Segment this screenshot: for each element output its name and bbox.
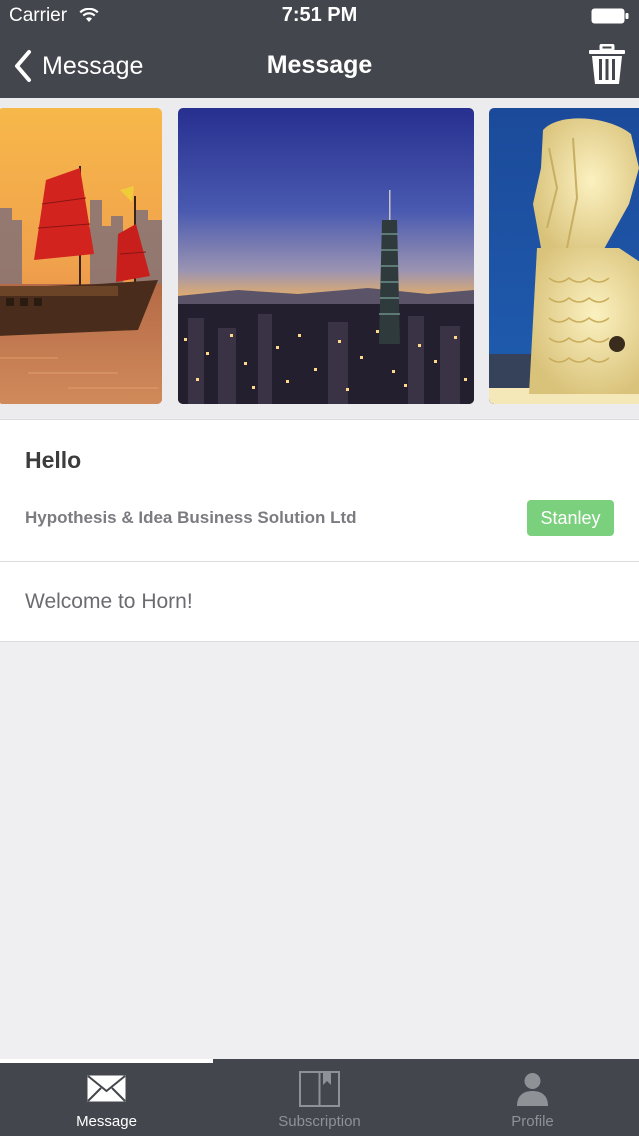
- merlion-statue-photo[interactable]: [489, 108, 639, 404]
- page-title: Message: [266, 51, 373, 79]
- tab-subscription-label: Subscription: [278, 1113, 361, 1130]
- tab-bar: Message Subscription Profile: [0, 1059, 639, 1136]
- tab-subscription[interactable]: Subscription: [213, 1063, 426, 1136]
- status-time: 7:51 PM: [281, 4, 358, 26]
- message-title: Hello: [25, 447, 82, 473]
- junk-boat-harbor-photo[interactable]: [0, 108, 162, 404]
- tab-profile-label: Profile: [511, 1113, 554, 1130]
- image-carousel[interactable]: [0, 98, 639, 418]
- battery-icon: [591, 8, 629, 24]
- message-header-card: Hello Hypothesis & Idea Business Solutio…: [0, 419, 639, 562]
- company-name: Hypothesis & Idea Business Solution Ltd: [25, 508, 357, 527]
- trash-icon[interactable]: [588, 44, 626, 86]
- person-icon: [517, 1073, 548, 1106]
- envelope-icon: [87, 1075, 126, 1102]
- tab-message[interactable]: Message: [0, 1063, 213, 1136]
- tab-profile[interactable]: Profile: [426, 1063, 639, 1136]
- city-skyline-tower-photo[interactable]: [178, 108, 474, 404]
- message-detail-screen: Carrier 7:51 PM Message Message Hello Hy…: [0, 0, 639, 1136]
- message-body: Welcome to Horn!: [25, 590, 193, 613]
- book-icon: [299, 1071, 340, 1107]
- message-body-card: Welcome to Horn!: [0, 562, 639, 642]
- sender-badge: Stanley: [527, 500, 614, 536]
- top-bar: Carrier 7:51 PM Message Message: [0, 0, 639, 98]
- tab-message-label: Message: [76, 1113, 137, 1130]
